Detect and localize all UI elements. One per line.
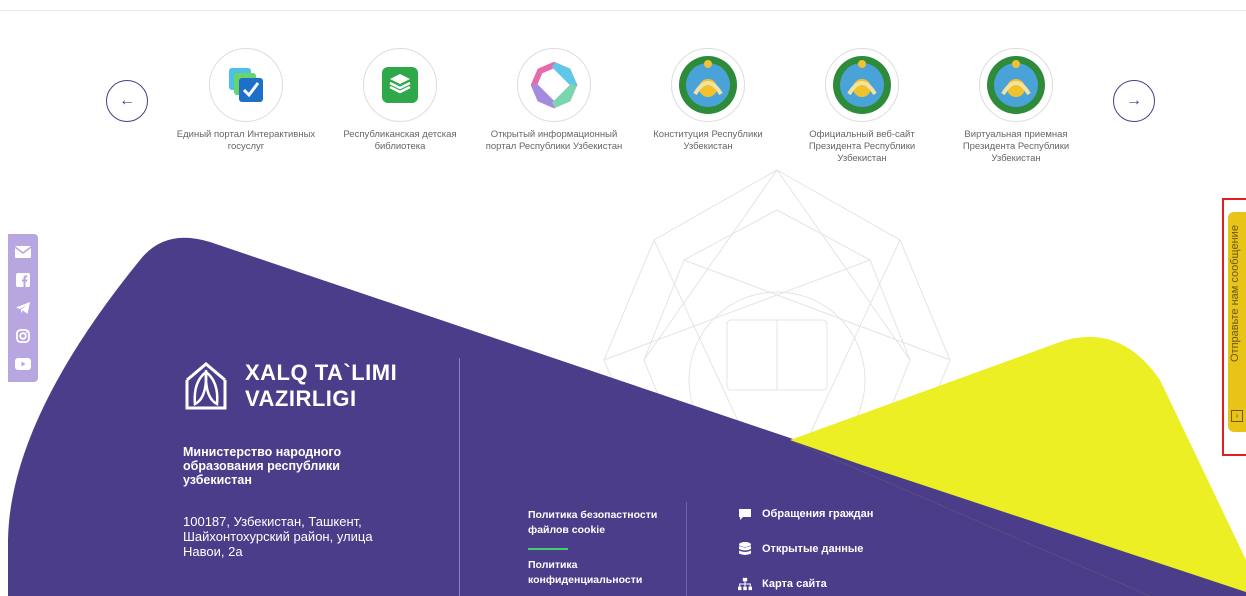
top-divider	[0, 10, 1246, 11]
brand-line-1: XALQ TA`LIMI	[245, 360, 398, 385]
president-site-logo	[825, 48, 899, 122]
instagram-icon[interactable]	[15, 328, 31, 344]
facebook-icon[interactable]	[15, 272, 31, 288]
footer-divider	[459, 358, 460, 596]
link-label: Обращения граждан	[762, 508, 874, 520]
carousel-item-label: Виртуальная приемная Президента Республи…	[962, 129, 1070, 164]
carousel-item-gov-services[interactable]: Единый портал Интерактивных госуслуг	[161, 48, 331, 153]
email-icon[interactable]	[15, 244, 31, 260]
sitemap-icon	[738, 577, 752, 591]
sitemap-link[interactable]: Карта сайта	[738, 577, 827, 591]
carousel-item-virtual-reception[interactable]: Виртуальная приемная Президента Республи…	[931, 48, 1101, 165]
ministry-logo-icon	[185, 362, 227, 410]
feedback-tab[interactable]: Отправьте нам сообщение ›	[1228, 212, 1246, 432]
ministry-name: Министерство народного образования респу…	[183, 445, 342, 487]
watermark-emblem	[603, 169, 951, 541]
brand-line-2: VAZIRLIGI	[245, 386, 357, 411]
uzbekistan-emblem-icon	[987, 56, 1045, 114]
carousel-next-button[interactable]: →	[1113, 80, 1155, 122]
footer-divider-secondary	[686, 502, 687, 596]
arrow-right-icon: →	[1126, 92, 1142, 109]
virtual-reception-logo	[979, 48, 1053, 122]
open-data-link[interactable]: Открытые данные	[738, 542, 863, 556]
cookie-policy-link[interactable]: Политика безопастности файлов cookie	[528, 508, 678, 538]
open-data-ring-icon	[530, 61, 578, 109]
database-icon	[738, 542, 752, 556]
youtube-icon[interactable]	[15, 356, 31, 372]
privacy-policy-link[interactable]: Политика конфиденциальности	[528, 558, 678, 588]
library-books-icon	[382, 67, 418, 103]
link-label: Карта сайта	[762, 578, 827, 590]
gov-services-logo	[209, 48, 283, 122]
chat-icon	[738, 507, 752, 521]
carousel-item-childrens-library[interactable]: Республиканская детская библиотека	[315, 48, 485, 153]
ministry-address: 100187, Узбекистан, Ташкент, Шайхонтохур…	[183, 514, 373, 559]
carousel-item-label: Конституция Республики Узбекистан	[653, 129, 763, 152]
carousel-item-label: Официальный веб-сайт Президента Республи…	[808, 129, 916, 164]
uzbekistan-emblem-icon	[833, 56, 891, 114]
carousel-item-label: Республиканская детская библиотека	[343, 129, 457, 152]
childrens-library-logo	[363, 48, 437, 122]
message-icon: ›	[1231, 410, 1243, 422]
open-portal-logo	[517, 48, 591, 122]
carousel-item-president-site[interactable]: Официальный веб-сайт Президента Республи…	[777, 48, 947, 165]
telegram-icon[interactable]	[15, 300, 31, 316]
feedback-label: Отправьте нам сообщение	[1229, 225, 1241, 362]
policy-separator	[528, 548, 568, 550]
arrow-left-icon: ←	[119, 92, 135, 109]
link-label: Открытые данные	[762, 543, 864, 555]
carousel-item-constitution[interactable]: Конституция Республики Узбекистан	[623, 48, 793, 153]
carousel-item-label: Открытый информационный портал Республик…	[485, 129, 623, 152]
constitution-logo	[671, 48, 745, 122]
brand-name: XALQ TA`LIMI VAZIRLIGI	[245, 360, 397, 412]
carousel-prev-button[interactable]: ←	[106, 80, 148, 122]
carousel-item-open-portal[interactable]: Открытый информационный портал Республик…	[469, 48, 639, 153]
gov-services-checkbox-icon	[229, 68, 263, 102]
social-sidebar	[8, 234, 38, 382]
carousel-item-label: Единый портал Интерактивных госуслуг	[176, 129, 316, 152]
citizen-appeals-link[interactable]: Обращения граждан	[738, 507, 873, 521]
yellow-shape	[790, 336, 1246, 596]
ministry-brand[interactable]: XALQ TA`LIMI VAZIRLIGI	[183, 360, 397, 412]
uzbekistan-emblem-icon	[679, 56, 737, 114]
